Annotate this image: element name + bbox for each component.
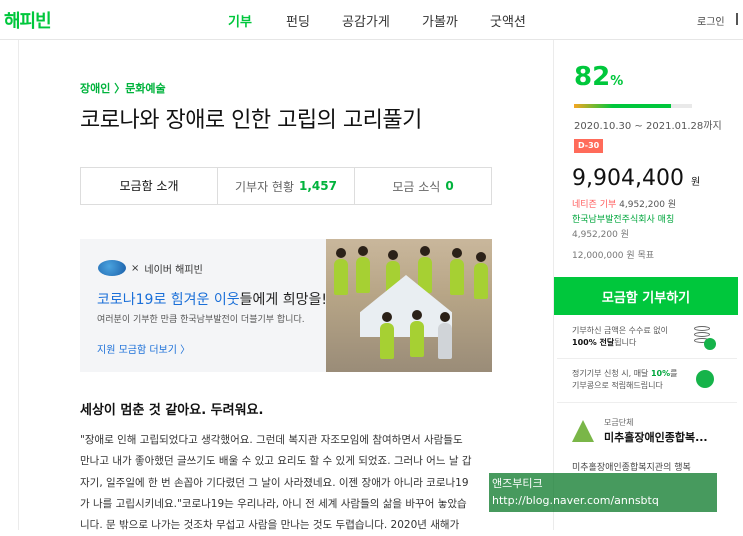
matching-amount: 4,952,200 원 — [572, 230, 629, 240]
nav-funding[interactable]: 펀딩 — [286, 11, 310, 30]
organization-label: 모금단체 — [604, 418, 634, 427]
raised-unit: 원 — [690, 177, 701, 188]
tab-donors-count: 1,457 — [299, 179, 337, 193]
netizen-donation: 네티즌 기부 4,952,200 원 — [572, 197, 676, 210]
tab-donors-label: 기부자 현황 — [235, 179, 295, 194]
bean-icon — [696, 370, 714, 388]
no-fee-line1: 기부하신 금액은 수수료 없이 — [572, 326, 668, 335]
no-fee-highlight: 100% 전달 — [572, 338, 615, 347]
story-line: 자기, 일주일에 한 번 손꼽아 기다렸던 그 날이 사라졌네요. 이젠 장애가… — [80, 476, 469, 489]
tab-news-label: 모금 소식 — [392, 179, 441, 194]
tab-donors[interactable]: 기부자 현황 1,457 — [217, 168, 354, 204]
tab-bar: 모금함 소개 기부자 현황 1,457 모금 소식 0 — [80, 167, 492, 205]
organization-description: 미추홀장애인종합복지관의 행복 — [572, 463, 691, 473]
volunteers-photo — [326, 239, 492, 372]
tab-intro-label: 모금함 소개 — [119, 178, 179, 193]
matching-label: 한국남부발전주식회사 매칭 — [572, 215, 675, 225]
story-body: "장애로 인해 고립되었다고 생각했어요. 그런데 복지관 자조모임에 참여하면… — [80, 430, 492, 536]
tab-news-count: 0 — [445, 179, 454, 193]
raised-amount: 9,904,400 원 — [572, 166, 700, 191]
percent-value: 82 — [574, 62, 611, 92]
regular-donation-info: 정기기부 신청 시, 매달 10%를 기부콩으로 적립해드립니다 — [572, 368, 678, 392]
regular-percent: 10% — [650, 369, 671, 378]
no-fee-suffix: 됩니다 — [614, 338, 637, 347]
sidebar-divider — [557, 358, 737, 359]
tab-news[interactable]: 모금 소식 0 — [354, 168, 491, 204]
coins-icon — [692, 324, 716, 350]
story-heading: 세상이 멈춘 것 같아요. 두려워요. — [80, 403, 264, 418]
donate-button[interactable]: 모금함 기부하기 — [554, 277, 738, 315]
story-line: "장애로 인해 고립되었다고 생각했어요. 그런데 복지관 자조모임에 참여하면… — [80, 434, 463, 446]
watermark-url: http://blog.naver.com/annsbtq — [492, 494, 659, 507]
login-link[interactable]: 로그인 — [697, 13, 725, 28]
nav-good-action[interactable]: 굿액션 — [490, 11, 526, 30]
story-line: 만나고 내가 좋아했던 글쓰기도 배울 수 있고 요리도 할 수 있게 되었죠.… — [80, 455, 472, 468]
regular-prefix: 정기기부 신청 시, 매달 — [572, 369, 651, 378]
progress-bar — [574, 104, 692, 108]
regular-line2: 기부콩으로 적립해드립니다 — [572, 381, 663, 390]
kospo-logo-icon — [98, 260, 126, 276]
netizen-amount: 4,952,200 원 — [619, 200, 677, 210]
dday-badge: D-30 — [574, 139, 604, 153]
nav-gabolkka[interactable]: 가볼까 — [422, 11, 458, 30]
story-line: 니다. 문 밖으로 나가는 것조차 무섭고 사람을 만나는 것도 두렵습니다. … — [80, 519, 460, 532]
banner-subtext: 여러분이 기부한 만큼 한국남부발전이 더블기부 합니다. — [97, 315, 305, 325]
nav-donate[interactable]: 기부 — [228, 11, 252, 30]
nav-empathy-store[interactable]: 공감가게 — [342, 11, 390, 30]
top-bar: 해피빈 기부 펀딩 공감가게 가볼까 굿액션 로그인 — [0, 0, 743, 40]
page-title: 코로나와 장애로 인한 고립의 고리풀기 — [80, 108, 422, 133]
banner-partner: 네이버 해피빈 — [144, 264, 203, 276]
banner-logos: × 네이버 해피빈 — [98, 260, 203, 276]
tab-intro[interactable]: 모금함 소개 — [81, 168, 217, 204]
goal-amount: 12,000,000 원 목표 — [572, 251, 655, 261]
banner-x: × — [131, 262, 140, 274]
story-line: 가 나를 고립시키네요."코로나19는 우리나라, 아니 전 세계 사람들의 삶… — [80, 497, 467, 510]
campaign-banner[interactable]: × 네이버 해피빈 코로나19로 힘겨운 이웃들에게 희망을! 여러분이 기부한… — [80, 239, 492, 372]
progress-fill — [574, 104, 671, 108]
watermark-name: 앤즈부티크 — [492, 477, 543, 490]
organization-name[interactable]: 미추홀장애인종합복... — [604, 429, 708, 445]
sidebar-divider — [557, 402, 737, 403]
banner-headline-rest: 들에게 희망을! — [239, 292, 327, 308]
happybean-logo[interactable]: 해피빈 — [4, 7, 52, 33]
regular-suffix: 를 — [670, 369, 678, 378]
achievement-percent: 82% — [574, 62, 623, 92]
percent-unit: % — [610, 74, 624, 89]
campaign-period: 2020.10.30 ~ 2021.01.28까지 — [574, 121, 722, 132]
blog-watermark: 앤즈부티크 http://blog.naver.com/annsbtq — [489, 473, 717, 512]
no-fee-info: 기부하신 금액은 수수료 없이 100% 전달됩니다 — [572, 325, 668, 349]
netizen-label: 네티즌 기부 — [572, 200, 617, 210]
banner-headline-highlight: 코로나19로 힘겨운 이웃 — [97, 292, 240, 308]
menu-icon[interactable] — [732, 13, 742, 25]
raised-value: 9,904,400 — [572, 166, 684, 191]
breadcrumb[interactable]: 장애인 〉문화예술 — [80, 80, 166, 96]
banner-headline: 코로나19로 힘겨운 이웃들에게 희망을! — [97, 289, 327, 309]
banner-more-link[interactable]: 지원 모금함 더보기 〉 — [97, 341, 190, 356]
